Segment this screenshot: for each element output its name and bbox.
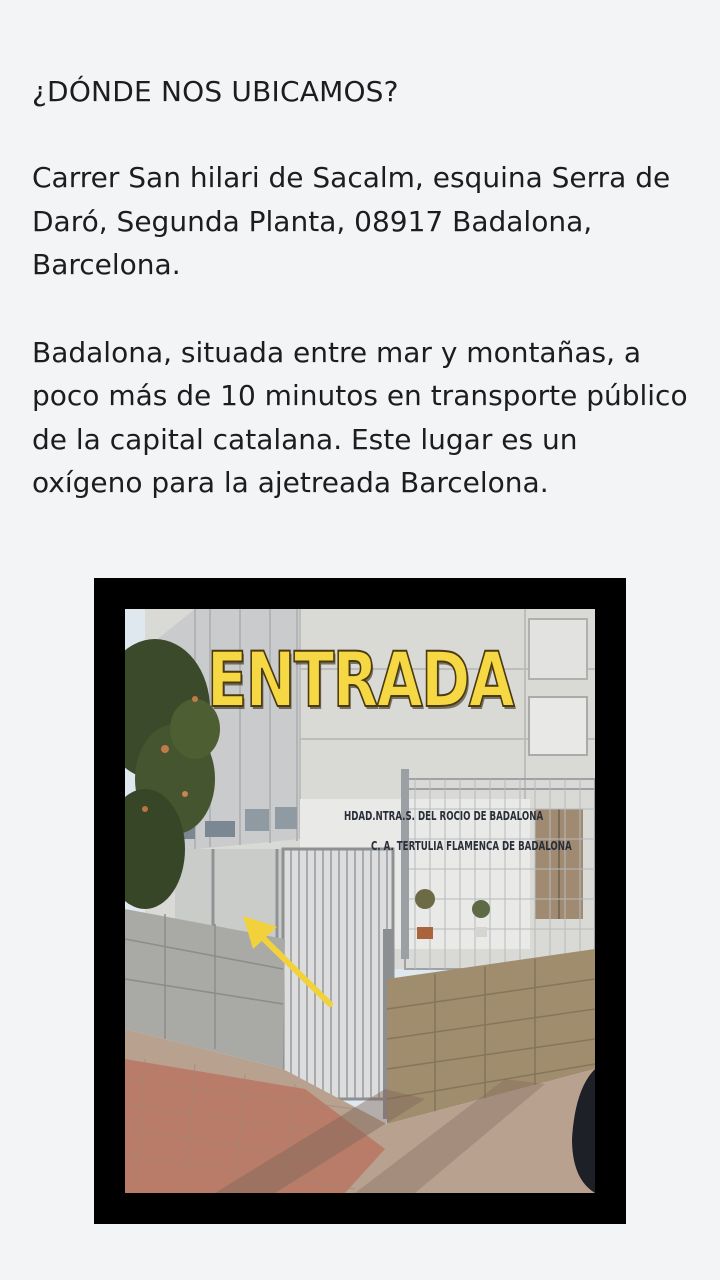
description-text: Badalona, situada entre mar y montañas, … xyxy=(32,335,688,500)
section-heading: ¿DÓNDE NOS UBICAMOS? xyxy=(32,75,399,108)
entrance-photo-frame: HDAD.NTRA.S. DEL ROCIO DE BADALONA C. A.… xyxy=(94,578,626,1224)
facade-sign-line-1: HDAD.NTRA.S. DEL ROCIO DE BADALONA xyxy=(344,809,544,823)
entrance-photo: HDAD.NTRA.S. DEL ROCIO DE BADALONA C. A.… xyxy=(125,609,595,1193)
location-section: ¿DÓNDE NOS UBICAMOS? Carrer San hilari d… xyxy=(32,70,692,549)
entrance-label: ENTRADA xyxy=(206,634,515,725)
facade-sign-line-2: C. A. TERTULIA FLAMENCA DE BADALONA xyxy=(371,839,572,853)
address-text: Carrer San hilari de Sacalm, esquina Ser… xyxy=(32,161,671,281)
